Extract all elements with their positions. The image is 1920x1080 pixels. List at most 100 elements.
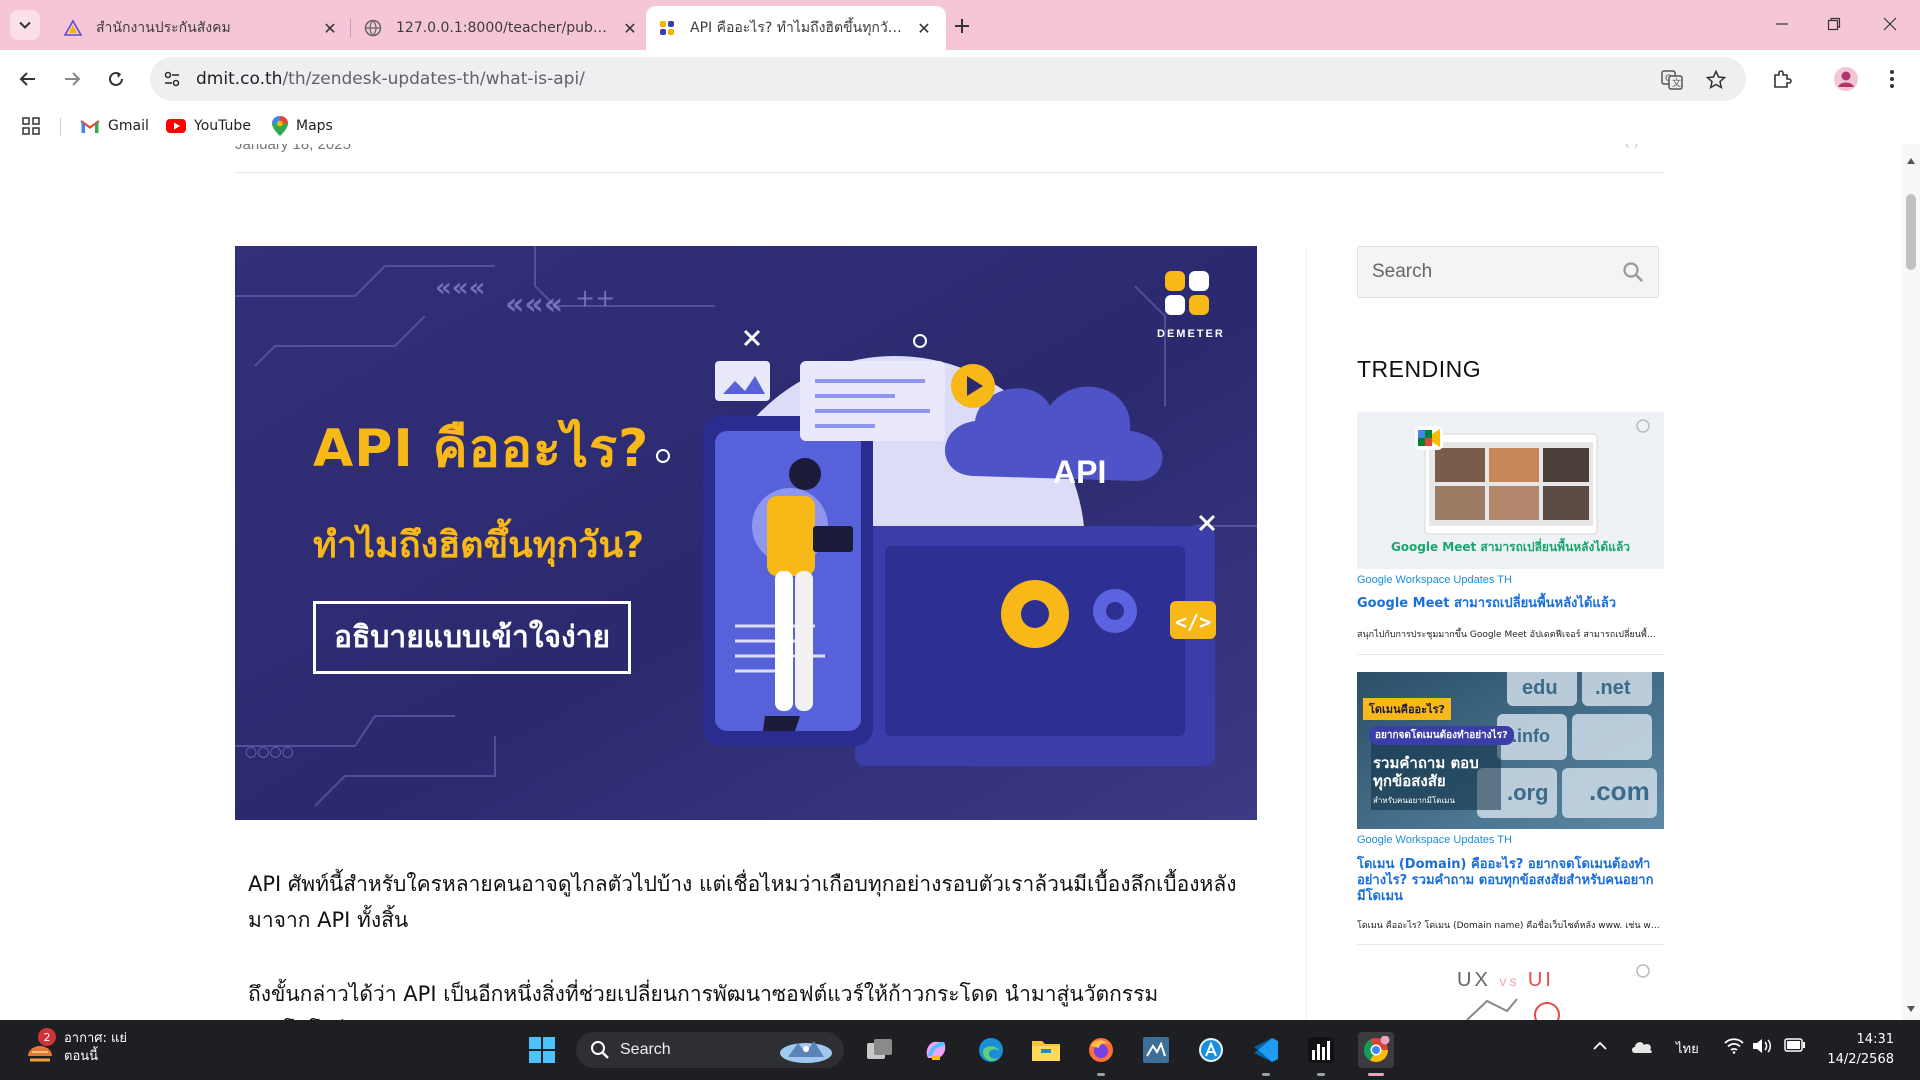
minimize-button[interactable] xyxy=(1752,0,1812,48)
svg-text:«««: ««« xyxy=(505,287,563,322)
thumbnail-headline: รวมคำถาม ตอบทุกข้อสงสัย xyxy=(1373,754,1479,790)
tab-strip: สำนักงานประกันสังคม ✕ 127.0.0.1:8000/tea… xyxy=(0,0,1920,50)
tab-social-security[interactable]: สำนักงานประกันสังคม ✕ xyxy=(52,6,352,50)
audio-app[interactable] xyxy=(1303,1032,1339,1076)
folder-icon xyxy=(1032,1041,1060,1061)
svg-text:.info: .info xyxy=(1512,726,1550,746)
restore-icon xyxy=(1827,17,1841,31)
speaker-icon xyxy=(1753,1039,1771,1053)
bookmarks-bar: Gmail YouTube Maps xyxy=(0,108,1920,144)
chrome-menu-button[interactable] xyxy=(1876,63,1908,95)
clock-date: 14/2/2568 xyxy=(1827,1052,1894,1067)
reload-button[interactable] xyxy=(100,63,132,95)
scroll-up-arrow[interactable] xyxy=(1907,158,1915,164)
scroll-down-arrow[interactable] xyxy=(1907,1006,1915,1012)
app-store-app[interactable] xyxy=(1193,1032,1229,1068)
article-paragraph: ถึงขั้นกล่าวได้ว่า API เป็นอีกหนึ่งสิ่งท… xyxy=(248,982,1159,1020)
svg-text:.com: .com xyxy=(1589,776,1650,806)
weather-line2: ตอนนี้ xyxy=(64,1049,99,1064)
tab-search-button[interactable] xyxy=(10,10,40,40)
search-icon[interactable] xyxy=(1622,261,1644,283)
vscode-app[interactable] xyxy=(1248,1032,1284,1076)
battery-button[interactable] xyxy=(1784,1038,1806,1052)
edge-app[interactable] xyxy=(973,1032,1009,1068)
svg-text:</>: </> xyxy=(1175,610,1211,634)
wifi-button[interactable] xyxy=(1724,1038,1744,1054)
demeter-logo-icon xyxy=(658,19,676,37)
onedrive-button[interactable] xyxy=(1630,1038,1654,1054)
hero-image: ««« ++ ««« ○○○○ </> DEMETER API API คืออ… xyxy=(235,246,1257,820)
trending-card-image[interactable]: UX vs UI xyxy=(1357,959,1664,1020)
sidebar-search xyxy=(1357,246,1659,298)
apps-grid-button[interactable] xyxy=(22,114,40,138)
trending-card-title[interactable]: โดเมน (Domain) คืออะไร? อยากจดโดเมนต้องท… xyxy=(1357,857,1662,905)
hero-subheadline: ทำไมถึงฮิตขึ้นทุกวัน? xyxy=(313,525,644,566)
tray-overflow-button[interactable] xyxy=(1592,1038,1608,1054)
taskbar-search[interactable]: Search xyxy=(576,1032,844,1068)
chrome-app[interactable] xyxy=(1358,1032,1394,1076)
weather-widget[interactable]: 2 อากาศ: แย่ ตอนนี้ xyxy=(24,1028,127,1066)
address-bar[interactable]: dmit.co.th/th/zendesk-updates-th/what-is… xyxy=(150,57,1746,101)
close-tab-icon[interactable]: ✕ xyxy=(620,18,640,38)
input-language-indicator[interactable]: ไทย xyxy=(1676,1038,1699,1059)
thumbnail-subtitle: อยากจดโดเมนต้องทำอย่างไร? xyxy=(1369,726,1514,745)
new-tab-button[interactable] xyxy=(948,12,976,40)
svg-text:.org: .org xyxy=(1507,780,1549,805)
hero-boxed-label: อธิบายแบบเข้าใจง่าย xyxy=(313,601,632,674)
tab-localhost[interactable]: 127.0.0.1:8000/teacher/publish/ ✕ xyxy=(352,6,652,50)
copilot-app[interactable] xyxy=(918,1032,954,1068)
hero-headline: API คืออะไร? xyxy=(313,419,650,479)
chrome-icon xyxy=(1364,1036,1390,1063)
firefox-icon xyxy=(1089,1038,1113,1062)
trending-card-category[interactable]: Google Workspace Updates TH xyxy=(1357,834,1512,846)
task-view-button[interactable] xyxy=(862,1032,898,1068)
close-icon xyxy=(1883,17,1897,31)
share-icons[interactable]: ‹ › xyxy=(1625,144,1638,152)
start-button[interactable] xyxy=(524,1032,560,1068)
windows-logo-icon xyxy=(529,1037,555,1063)
copilot-icon xyxy=(926,1041,946,1060)
close-tab-icon[interactable]: ✕ xyxy=(320,18,340,38)
tab-what-is-api[interactable]: API คืออะไร? ทำไมถึงฮิตขึ้นทุกวัน? อ ✕ xyxy=(646,6,946,50)
bookmark-youtube[interactable]: YouTube xyxy=(166,114,251,138)
reload-icon xyxy=(109,71,123,86)
puzzle-icon xyxy=(1774,70,1792,88)
wifi-icon xyxy=(1724,1038,1744,1054)
bookmark-star-icon[interactable] xyxy=(1704,68,1728,92)
back-button[interactable] xyxy=(12,63,44,95)
bookmark-gmail[interactable]: Gmail xyxy=(80,114,149,138)
trending-card-image[interactable]: Google Meet สามารถเปลี่ยนพื้นหลังได้แล้ว xyxy=(1357,412,1664,569)
forward-button[interactable] xyxy=(56,63,88,95)
profile-button[interactable] xyxy=(1830,63,1862,95)
firefox-app[interactable] xyxy=(1083,1032,1119,1076)
page-scrollbar[interactable] xyxy=(1902,144,1920,1020)
page-viewport: January 18, 2025 ‹ › ««« ++ ««« ○○○○ </>… xyxy=(0,144,1920,1020)
taskbar-clock[interactable]: 14:31 14/2/2568 xyxy=(1822,1030,1894,1070)
mysql-workbench-app[interactable] xyxy=(1138,1032,1174,1068)
translate-icon[interactable]: G文 xyxy=(1660,68,1684,92)
trending-card-excerpt: โดเมน คืออะไร? โดเมน (Domain name) คือชื… xyxy=(1357,921,1662,931)
restore-button[interactable] xyxy=(1804,0,1864,48)
site-info-icon[interactable] xyxy=(160,67,184,91)
search-input[interactable] xyxy=(1358,247,1608,297)
scroll-thumb[interactable] xyxy=(1906,194,1916,270)
search-icon xyxy=(591,1041,609,1059)
more-vertical-icon xyxy=(1890,70,1894,88)
file-explorer-app[interactable] xyxy=(1028,1032,1064,1068)
bookmark-label: Maps xyxy=(296,118,333,134)
trending-card-image[interactable]: edu .net .info .org .com โดเมนคืออะไร? อ… xyxy=(1357,672,1664,829)
bookmark-maps[interactable]: Maps xyxy=(272,114,333,138)
svg-text:○○○○: ○○○○ xyxy=(245,744,294,760)
clock-time: 14:31 xyxy=(1856,1032,1894,1047)
trending-card-title[interactable]: Google Meet สามารถเปลี่ยนพื้นหลังได้แล้ว xyxy=(1357,596,1662,612)
trending-card-category[interactable]: Google Workspace Updates TH xyxy=(1357,574,1512,586)
svg-text:++: ++ xyxy=(575,284,615,312)
extensions-button[interactable] xyxy=(1766,63,1798,95)
task-view-icon xyxy=(867,1039,892,1059)
close-window-button[interactable] xyxy=(1860,0,1920,48)
close-tab-icon[interactable]: ✕ xyxy=(914,18,934,38)
volume-button[interactable] xyxy=(1752,1038,1772,1054)
plus-icon xyxy=(955,19,969,33)
maps-pin-icon xyxy=(272,116,288,136)
search-highlight-icon xyxy=(780,1041,832,1063)
